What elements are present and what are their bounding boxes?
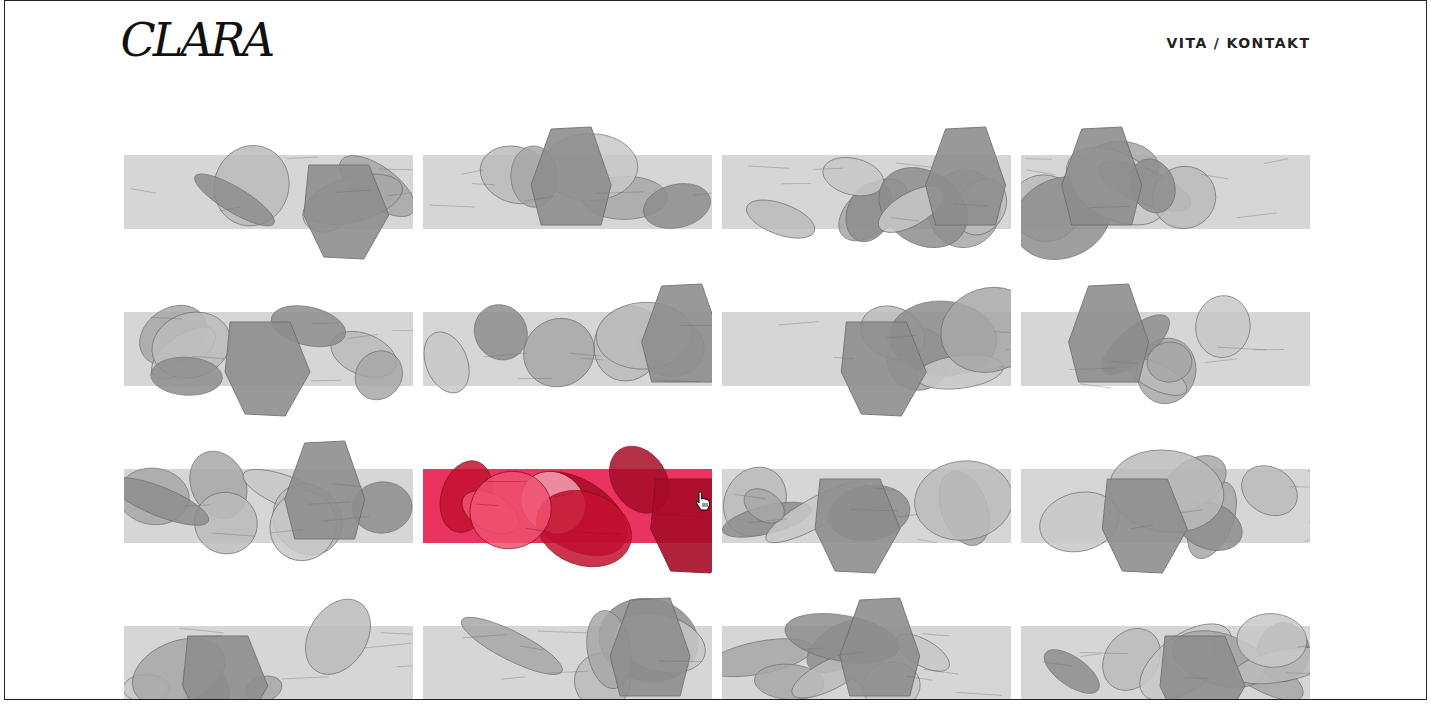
nav-link[interactable]: VITA bbox=[1166, 33, 1207, 54]
artwork-image bbox=[423, 282, 712, 419]
artwork-tile[interactable] bbox=[1021, 282, 1310, 419]
artwork-tile[interactable] bbox=[1021, 439, 1310, 576]
nav-separator: / bbox=[1214, 33, 1221, 54]
artwork-tile[interactable] bbox=[124, 596, 413, 700]
artwork-tile[interactable] bbox=[124, 439, 413, 576]
page: CLARA VITA /KONTAKT bbox=[4, 0, 1427, 700]
main-nav: VITA /KONTAKT bbox=[1166, 15, 1312, 54]
header: CLARA VITA /KONTAKT bbox=[119, 1, 1313, 125]
artwork-tile[interactable] bbox=[423, 125, 712, 262]
artwork-image bbox=[722, 282, 1011, 419]
artwork-tile[interactable] bbox=[124, 282, 413, 419]
artwork-image bbox=[124, 282, 413, 419]
gallery bbox=[124, 125, 1313, 700]
artwork-image bbox=[423, 596, 712, 700]
artwork-image bbox=[1021, 439, 1310, 576]
artwork-tile[interactable] bbox=[1021, 125, 1310, 262]
artwork-tile[interactable] bbox=[1021, 596, 1310, 700]
artwork-image bbox=[124, 125, 413, 262]
artwork-tile[interactable] bbox=[423, 282, 712, 419]
artwork-tile[interactable] bbox=[423, 596, 712, 700]
artwork-image bbox=[124, 439, 413, 576]
artwork-image bbox=[423, 125, 712, 262]
artwork-image bbox=[1021, 125, 1310, 262]
artwork-tile[interactable] bbox=[722, 596, 1011, 700]
artwork-image bbox=[722, 596, 1011, 700]
artwork-tile[interactable] bbox=[722, 439, 1011, 576]
hand-cursor-icon bbox=[695, 491, 711, 511]
artwork-tile[interactable] bbox=[722, 125, 1011, 262]
artwork-image bbox=[423, 439, 712, 576]
artwork-image bbox=[1021, 282, 1310, 419]
artwork-tile[interactable] bbox=[124, 125, 413, 262]
nav-link[interactable]: KONTAKT bbox=[1226, 33, 1310, 54]
artwork-tile[interactable] bbox=[722, 282, 1011, 419]
logo[interactable]: CLARA bbox=[119, 15, 273, 63]
artwork-image bbox=[722, 439, 1011, 576]
artwork-tile[interactable] bbox=[423, 439, 712, 576]
artwork-image bbox=[124, 596, 413, 700]
artwork-image bbox=[722, 125, 1011, 262]
artwork-image bbox=[1021, 596, 1310, 700]
